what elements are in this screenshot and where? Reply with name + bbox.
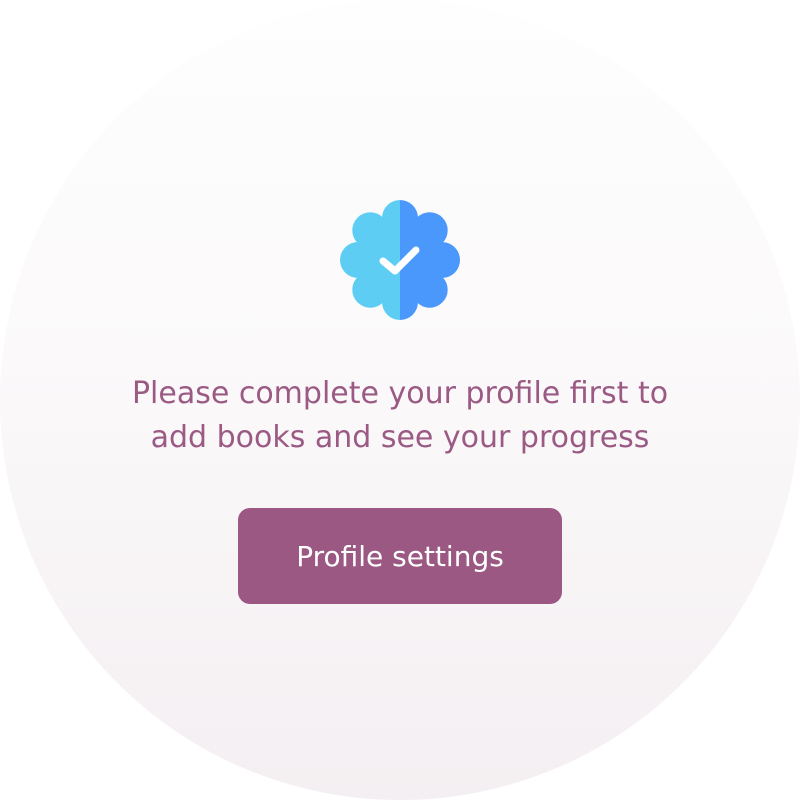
verified-badge-icon <box>340 200 460 320</box>
empty-state-screen: Please complete your profile first to ad… <box>0 0 800 800</box>
profile-required-message: Please complete your profile first to ad… <box>60 372 740 460</box>
message-line-2: add books and see your progress <box>150 420 650 455</box>
profile-settings-button[interactable]: Profile settings <box>238 508 562 604</box>
message-line-1: Please complete your profile first to <box>131 376 669 411</box>
